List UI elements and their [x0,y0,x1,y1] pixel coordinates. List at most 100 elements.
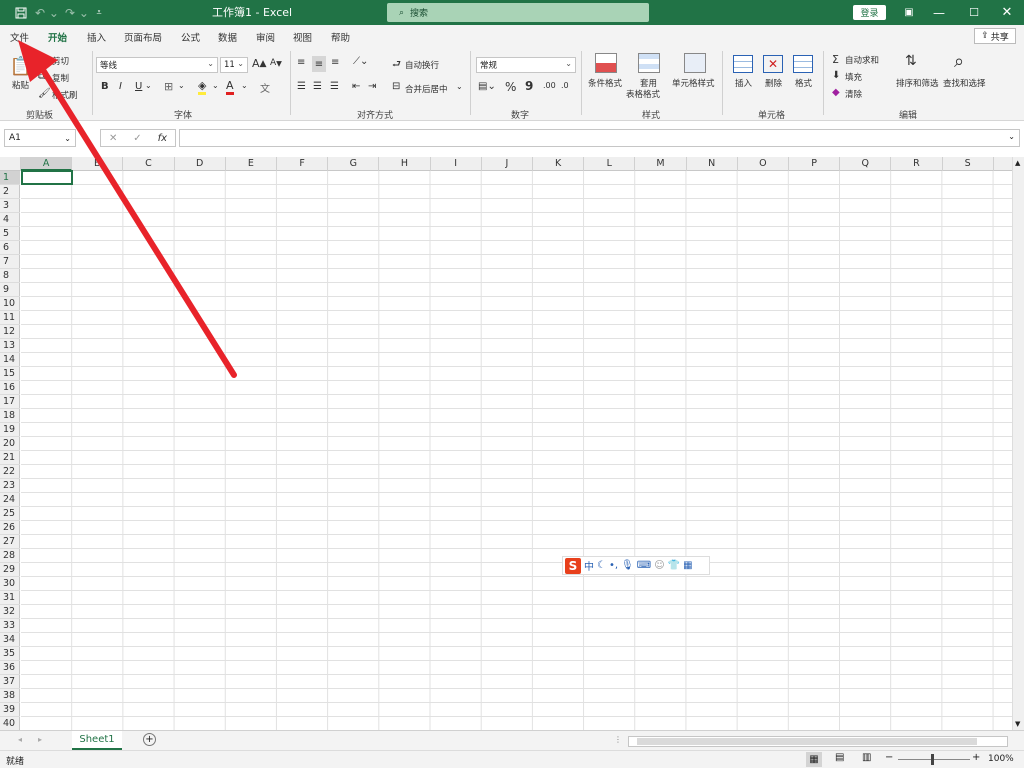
shrink-font-button[interactable]: A ▼ [270,58,282,68]
column-header-r[interactable]: R [891,157,943,171]
row-header-22[interactable]: 22 [0,465,20,479]
tab-review[interactable]: 审阅 [256,30,275,44]
tab-home[interactable]: 开始 [48,30,68,49]
zoom-in-icon[interactable]: + [972,752,980,763]
zoom-slider[interactable] [898,759,970,760]
column-header-n[interactable]: N [687,157,738,171]
column-header-m[interactable]: M [635,157,687,171]
normal-view-icon[interactable]: ▦ [806,752,822,767]
merge-center-button[interactable]: 合并后居中 [405,83,448,95]
percent-style-button[interactable]: % [505,80,516,94]
align-bottom-icon[interactable]: ≡ [331,57,339,68]
row-header-14[interactable]: 14 [0,353,20,367]
row-header-28[interactable]: 28 [0,549,20,563]
conditional-formatting-button[interactable]: 条件格式 [588,77,622,89]
sort-filter-button[interactable]: 排序和筛选 [896,77,939,89]
moon-icon[interactable]: ☾ [597,560,606,571]
row-header-37[interactable]: 37 [0,675,20,689]
font-name-select[interactable]: 等线 ⌄ [96,57,218,73]
row-header-17[interactable]: 17 [0,395,20,409]
align-right-icon[interactable]: ☰ [330,81,339,92]
tab-page-layout[interactable]: 页面布局 [124,30,162,44]
column-header-l[interactable]: L [584,157,636,171]
column-header-o[interactable]: O [738,157,789,171]
row-header-39[interactable]: 39 [0,703,20,717]
phonetic-icon[interactable]: 文 [260,80,270,95]
row-header-21[interactable]: 21 [0,451,20,465]
customize-quick-access-icon[interactable]: ⩡ [84,0,114,25]
row-header-34[interactable]: 34 [0,633,20,647]
align-left-icon[interactable]: ☰ [297,81,306,92]
ribbon-display-options-icon[interactable]: ▣ [894,0,924,25]
paste-icon[interactable]: 📋 [10,55,32,77]
row-header-33[interactable]: 33 [0,619,20,633]
row-header-31[interactable]: 31 [0,591,20,605]
tab-insert[interactable]: 插入 [87,30,106,44]
row-header-16[interactable]: 16 [0,381,20,395]
format-as-table-button-line2[interactable]: 表格格式 [626,88,660,100]
row-header-10[interactable]: 10 [0,297,20,311]
underline-button[interactable]: U [135,81,142,92]
microphone-icon[interactable]: 🎙 [621,560,634,571]
align-center-icon[interactable]: ☰ [313,81,322,92]
column-header-g[interactable]: G [328,157,380,171]
page-layout-view-icon[interactable]: ▤ [835,752,844,763]
number-format-select[interactable]: 常规 ⌄ [476,57,576,73]
chevron-down-icon[interactable]: ⌄ [145,81,152,90]
format-cells-button[interactable]: 格式 [795,77,812,89]
column-header-j[interactable]: J [482,157,533,171]
column-header-f[interactable]: F [277,157,329,171]
grow-font-button[interactable]: A ▲ [252,57,267,70]
row-header-36[interactable]: 36 [0,661,20,675]
sheet-tab-sheet1[interactable]: Sheet1 [72,731,122,750]
cut-icon[interactable]: ✂ [38,54,46,65]
fill-button[interactable]: 填充 [845,71,862,83]
row-header-40[interactable]: 40 [0,717,20,730]
row-header-2[interactable]: 2 [0,185,20,199]
format-painter-icon[interactable]: 🖌 [38,88,51,99]
fill-color-icon[interactable]: ◈ [198,79,207,95]
enter-icon[interactable]: ✓ [133,133,141,144]
decrease-decimal-icon[interactable]: .0 [561,81,569,90]
zoom-slider-thumb[interactable] [931,754,934,765]
undo-icon[interactable]: ↶ ⌄ [32,0,62,25]
delete-cells-button[interactable]: 删除 [765,77,782,89]
user-icon[interactable]: ☺ [654,560,664,571]
row-header-15[interactable]: 15 [0,367,20,381]
ime-toolbar[interactable]: S 中 ☾ •, 🎙 ⌨ ☺ 👕 ▦ [562,556,710,575]
minimize-icon[interactable]: — [924,0,954,25]
insert-function-button[interactable]: fx [158,133,167,144]
zoom-out-icon[interactable]: − [885,752,893,763]
font-color-icon[interactable]: A [226,79,234,95]
column-header-e[interactable]: E [226,157,277,171]
horizontal-scrollbar[interactable] [628,736,1008,747]
row-header-13[interactable]: 13 [0,339,20,353]
column-header-d[interactable]: D [175,157,226,171]
row-header-3[interactable]: 3 [0,199,20,213]
row-header-1[interactable]: 1 [0,171,20,185]
skin-icon[interactable]: 👕 [668,560,680,571]
add-sheet-button[interactable]: + [143,733,156,746]
wrap-text-button[interactable]: 自动换行 [405,59,439,71]
orientation-icon[interactable]: ⟋⌄ [353,56,368,67]
row-header-32[interactable]: 32 [0,605,20,619]
row-header-8[interactable]: 8 [0,269,20,283]
login-button[interactable]: 登录 [853,5,886,20]
toolbox-icon[interactable]: ▦ [683,560,692,571]
row-header-26[interactable]: 26 [0,521,20,535]
paste-button[interactable]: 粘贴 [12,79,29,91]
bold-button[interactable]: B [101,81,109,92]
column-header-s[interactable]: S [943,157,994,171]
active-cell-a1[interactable] [21,170,73,185]
scroll-up-icon[interactable]: ▲ [1015,159,1020,167]
zoom-level[interactable]: 100% [988,754,1014,764]
find-select-button[interactable]: 查找和选择 [943,77,986,89]
autosum-button[interactable]: 自动求和 [845,54,879,66]
increase-indent-icon[interactable]: ⇥ [368,81,376,92]
align-middle-icon[interactable]: ≡ [312,56,326,72]
copy-button[interactable]: 复制 [52,72,69,84]
tab-view[interactable]: 视图 [293,30,312,44]
borders-icon[interactable]: ⊞ [164,80,173,93]
decrease-indent-icon[interactable]: ⇤ [352,81,360,92]
column-header-k[interactable]: K [533,157,585,171]
